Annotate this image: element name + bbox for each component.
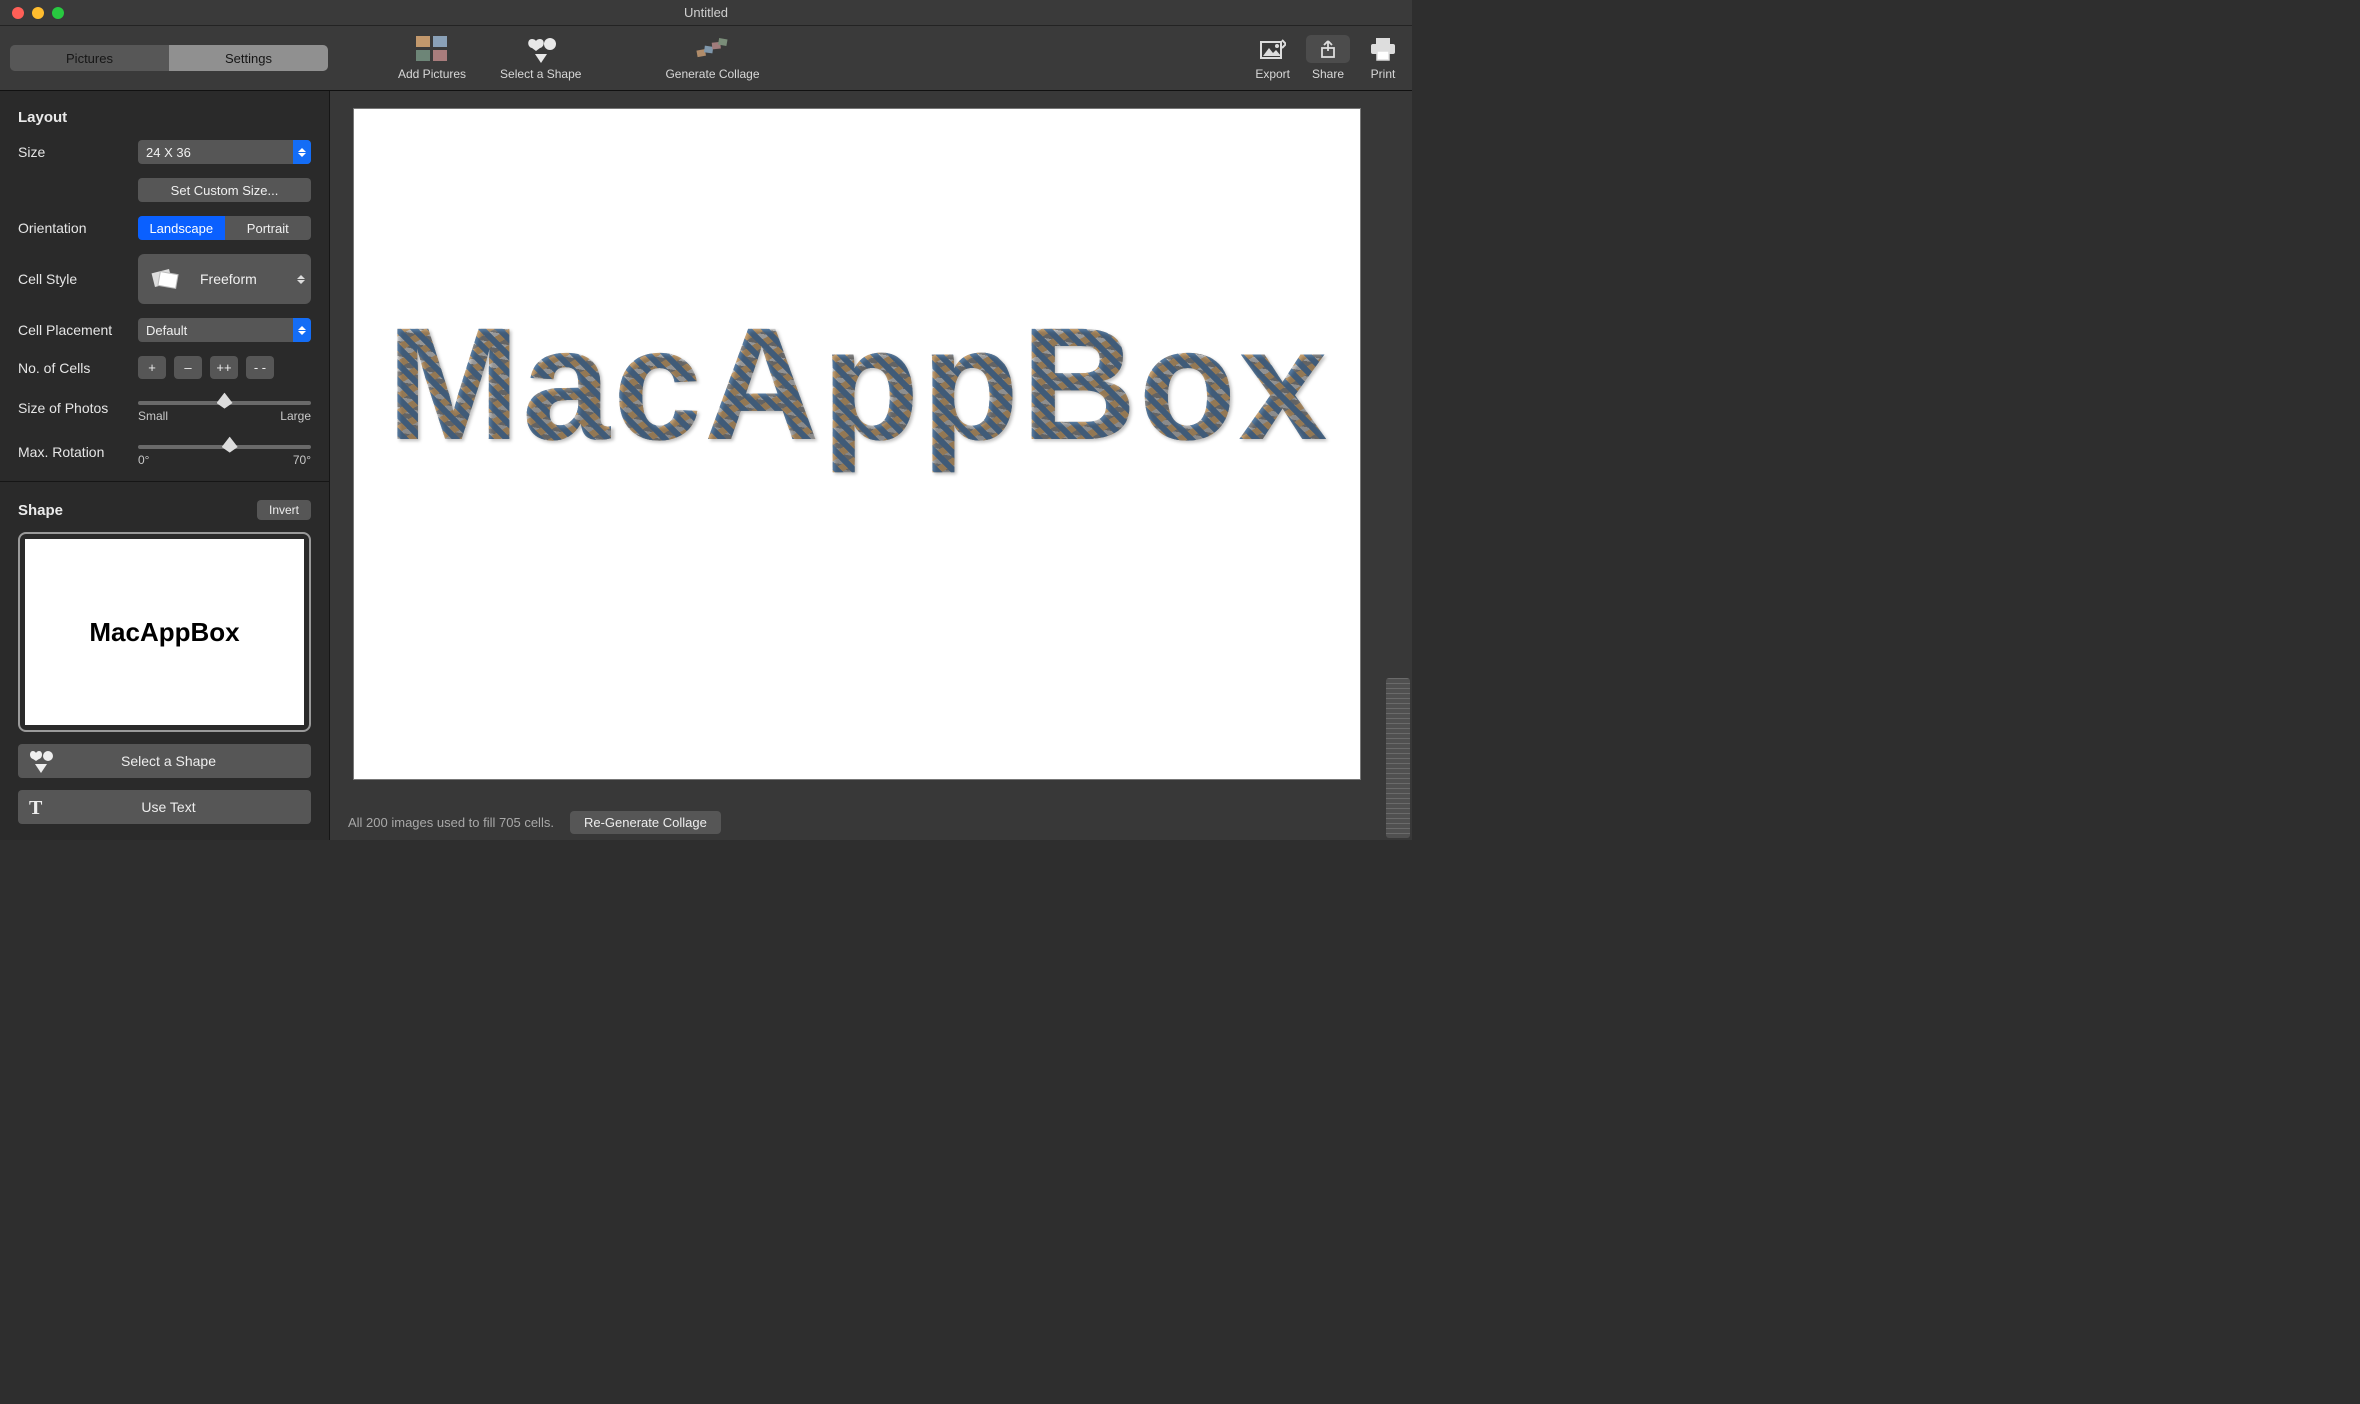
max-rotation-label: Max. Rotation — [18, 444, 126, 460]
chevron-updown-icon — [293, 318, 311, 342]
collage-text: MacAppBox — [387, 292, 1328, 476]
no-of-cells-label: No. of Cells — [18, 360, 126, 376]
size-label: Size — [18, 144, 126, 160]
window-title: Untitled — [684, 5, 728, 20]
cell-style-label: Cell Style — [18, 271, 126, 287]
freeform-icon — [148, 262, 182, 296]
text-icon: T — [26, 797, 56, 817]
size-select[interactable]: 24 X 36 — [138, 140, 311, 164]
toolbar-right: Export Share — [1255, 35, 1400, 81]
select-shape-button[interactable]: Select a Shape — [500, 35, 581, 81]
cells-minus-button[interactable]: – — [174, 356, 202, 379]
layout-section-title: Layout — [18, 109, 311, 126]
shape-preview[interactable]: MacAppBox — [18, 532, 311, 732]
max-rotation-slider[interactable]: 0° 70° — [138, 437, 311, 467]
slider-thumb[interactable] — [222, 437, 238, 453]
canvas-pane: MacAppBox All 200 images used to fill 70… — [330, 91, 1412, 840]
share-button[interactable]: Share — [1306, 35, 1350, 81]
generate-collage-button[interactable]: Generate Collage — [665, 35, 759, 81]
add-pictures-label: Add Pictures — [398, 67, 466, 81]
export-button[interactable]: Export — [1255, 35, 1290, 81]
cell-placement-select[interactable]: Default — [138, 318, 311, 342]
zoom-slider[interactable] — [1386, 678, 1410, 838]
mode-pictures-button[interactable]: Pictures — [10, 45, 169, 71]
orientation-label: Orientation — [18, 220, 126, 236]
orientation-portrait-button[interactable]: Portrait — [225, 216, 312, 240]
size-of-photos-slider[interactable]: Small Large — [138, 393, 311, 423]
print-label: Print — [1371, 67, 1396, 81]
slider-min-label: Small — [138, 409, 168, 423]
orientation-landscape-button[interactable]: Landscape — [138, 216, 225, 240]
invert-shape-button[interactable]: Invert — [257, 500, 311, 520]
traffic-lights — [0, 7, 64, 19]
slider-max-label: Large — [280, 409, 311, 423]
use-text-label: Use Text — [56, 799, 311, 815]
status-bar: All 200 images used to fill 705 cells. R… — [330, 804, 1412, 840]
add-pictures-button[interactable]: Add Pictures — [398, 35, 466, 81]
size-of-photos-label: Size of Photos — [18, 400, 126, 416]
maximize-window-button[interactable] — [52, 7, 64, 19]
cell-style-value: Freeform — [200, 271, 257, 287]
titlebar: Untitled — [0, 0, 1412, 26]
minimize-window-button[interactable] — [32, 7, 44, 19]
select-a-shape-label: Select a Shape — [56, 753, 311, 769]
cells-plusplus-button[interactable]: ++ — [210, 356, 238, 379]
select-a-shape-button[interactable]: Select a Shape — [18, 744, 311, 778]
cell-placement-value: Default — [146, 323, 187, 338]
share-icon — [1306, 35, 1350, 63]
use-text-button[interactable]: T Use Text — [18, 790, 311, 824]
settings-sidebar: Layout Size 24 X 36 Set Custom Size... O… — [0, 91, 330, 840]
svg-text:T: T — [29, 797, 43, 817]
collage-artboard[interactable]: MacAppBox — [354, 109, 1360, 779]
shapes-icon — [26, 749, 56, 773]
toolbar: Pictures Settings Add Pictures — [0, 26, 1412, 91]
select-shape-label: Select a Shape — [500, 67, 581, 81]
cells-minusminus-button[interactable]: - - — [246, 356, 274, 379]
mode-settings-button[interactable]: Settings — [169, 45, 328, 71]
orientation-segment: Landscape Portrait — [138, 216, 311, 240]
export-label: Export — [1255, 67, 1290, 81]
canvas-scroll[interactable]: MacAppBox — [330, 91, 1412, 804]
rotation-max-label: 70° — [293, 453, 311, 467]
print-button[interactable]: Print — [1366, 35, 1400, 81]
size-select-value: 24 X 36 — [146, 145, 191, 160]
cell-placement-label: Cell Placement — [18, 322, 126, 338]
export-icon — [1256, 35, 1290, 63]
set-custom-size-button[interactable]: Set Custom Size... — [138, 178, 311, 202]
cell-count-buttons: + – ++ - - — [138, 356, 311, 379]
shape-section-title: Shape — [18, 502, 63, 519]
generate-collage-label: Generate Collage — [665, 67, 759, 81]
share-label: Share — [1312, 67, 1344, 81]
chevron-updown-icon — [293, 140, 311, 164]
toolbar-actions: Add Pictures Select a Shape — [398, 35, 760, 81]
regenerate-collage-button[interactable]: Re-Generate Collage — [570, 811, 721, 834]
select-shape-icon — [524, 35, 558, 63]
app-window: Untitled Pictures Settings Add Pictures — [0, 0, 1412, 840]
generate-collage-icon — [695, 35, 729, 63]
add-pictures-icon — [415, 35, 449, 63]
mode-switch: Pictures Settings — [10, 45, 328, 71]
rotation-min-label: 0° — [138, 453, 149, 467]
slider-thumb[interactable] — [217, 393, 233, 409]
status-info: All 200 images used to fill 705 cells. — [348, 815, 554, 830]
chevron-updown-icon — [291, 254, 311, 304]
print-icon — [1366, 35, 1400, 63]
shape-preview-text: MacAppBox — [25, 539, 304, 725]
cells-plus-button[interactable]: + — [138, 356, 166, 379]
cell-style-select[interactable]: Freeform — [138, 254, 311, 304]
main-area: Layout Size 24 X 36 Set Custom Size... O… — [0, 91, 1412, 840]
close-window-button[interactable] — [12, 7, 24, 19]
